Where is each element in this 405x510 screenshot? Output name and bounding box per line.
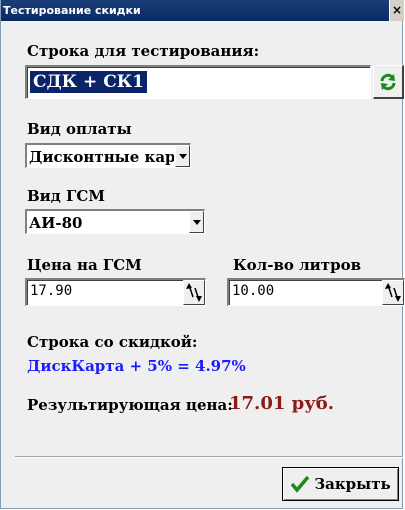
liters-label: Кол-во литров (233, 256, 362, 274)
fuel-type-select[interactable]: АИ-80 (25, 209, 205, 234)
fuel-type-value: АИ-80 (29, 214, 83, 232)
fuel-type-label: Вид ГСМ (27, 187, 105, 205)
test-string-label: Строка для тестирования: (27, 42, 260, 60)
test-string-input[interactable]: СДК + СК1 (25, 65, 371, 99)
discount-string-value: ДискКарта + 5% = 4.97% (27, 357, 246, 375)
chevron-down-icon[interactable] (189, 211, 204, 233)
liters-value: 10.00 (232, 283, 275, 299)
payment-type-label: Вид оплаты (27, 120, 132, 138)
title-bar: Тестирование скидки × (1, 0, 404, 21)
payment-type-select[interactable]: Дисконтные карты (25, 143, 191, 168)
fuel-price-input[interactable]: 17.90 (25, 278, 206, 306)
liters-input[interactable]: 10.00 (227, 278, 405, 306)
close-button-label: Закрыть (314, 475, 391, 493)
checkmark-icon (290, 475, 310, 493)
fuel-price-value: 17.90 (30, 283, 73, 299)
spin-button[interactable] (382, 280, 404, 305)
refresh-icon (380, 73, 396, 90)
close-button[interactable]: Закрыть (282, 467, 399, 501)
window-close-button[interactable]: × (389, 0, 404, 21)
result-price-value: 17.01 руб. (229, 393, 335, 414)
window-title: Тестирование скидки (3, 4, 141, 17)
discount-test-window: Тестирование скидки × Строка для тестиро… (0, 0, 405, 509)
spin-arrows-icon (186, 283, 202, 302)
refresh-button[interactable] (373, 65, 404, 99)
fuel-price-label: Цена на ГСМ (27, 256, 142, 274)
chevron-down-icon[interactable] (175, 145, 190, 167)
payment-type-value: Дисконтные карты (29, 148, 174, 166)
test-string-value: СДК + СК1 (30, 71, 148, 93)
spin-arrows-icon (385, 283, 401, 302)
result-price-label: Результирующая цена: (27, 396, 233, 414)
discount-string-label: Строка со скидкой: (27, 333, 198, 351)
spin-button[interactable] (183, 280, 205, 305)
divider (15, 456, 403, 458)
